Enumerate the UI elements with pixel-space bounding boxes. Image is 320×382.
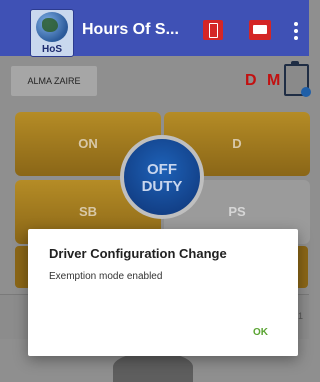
phone-device-icon[interactable] (203, 20, 223, 40)
off-duty-label-line1: OFF (147, 161, 177, 178)
dialog-title: Driver Configuration Change (49, 246, 227, 261)
clipboard-check-icon[interactable] (284, 61, 311, 97)
dialog-message: Exemption mode enabled (49, 271, 163, 282)
partial-number: 1 (298, 311, 304, 321)
dm-label[interactable]: D M (245, 72, 283, 90)
overflow-menu-icon[interactable] (294, 22, 298, 43)
driver-name-button[interactable]: ALMA ZAIRE (11, 66, 97, 96)
hos-logo: HoS (30, 9, 74, 57)
config-change-dialog: Driver Configuration Change Exemption mo… (28, 229, 298, 356)
app-bar: HoS Hours Of S... (0, 0, 309, 57)
ok-button[interactable]: OK (253, 327, 268, 338)
truck-icon[interactable] (249, 20, 271, 40)
off-duty-label-line2: DUTY (141, 178, 183, 195)
logo-text: HoS (42, 44, 62, 55)
bottom-fab-shape (113, 352, 193, 382)
app-title: Hours Of S... (82, 21, 179, 38)
off-duty-button[interactable]: OFF DUTY (120, 135, 204, 219)
globe-icon (36, 12, 68, 42)
